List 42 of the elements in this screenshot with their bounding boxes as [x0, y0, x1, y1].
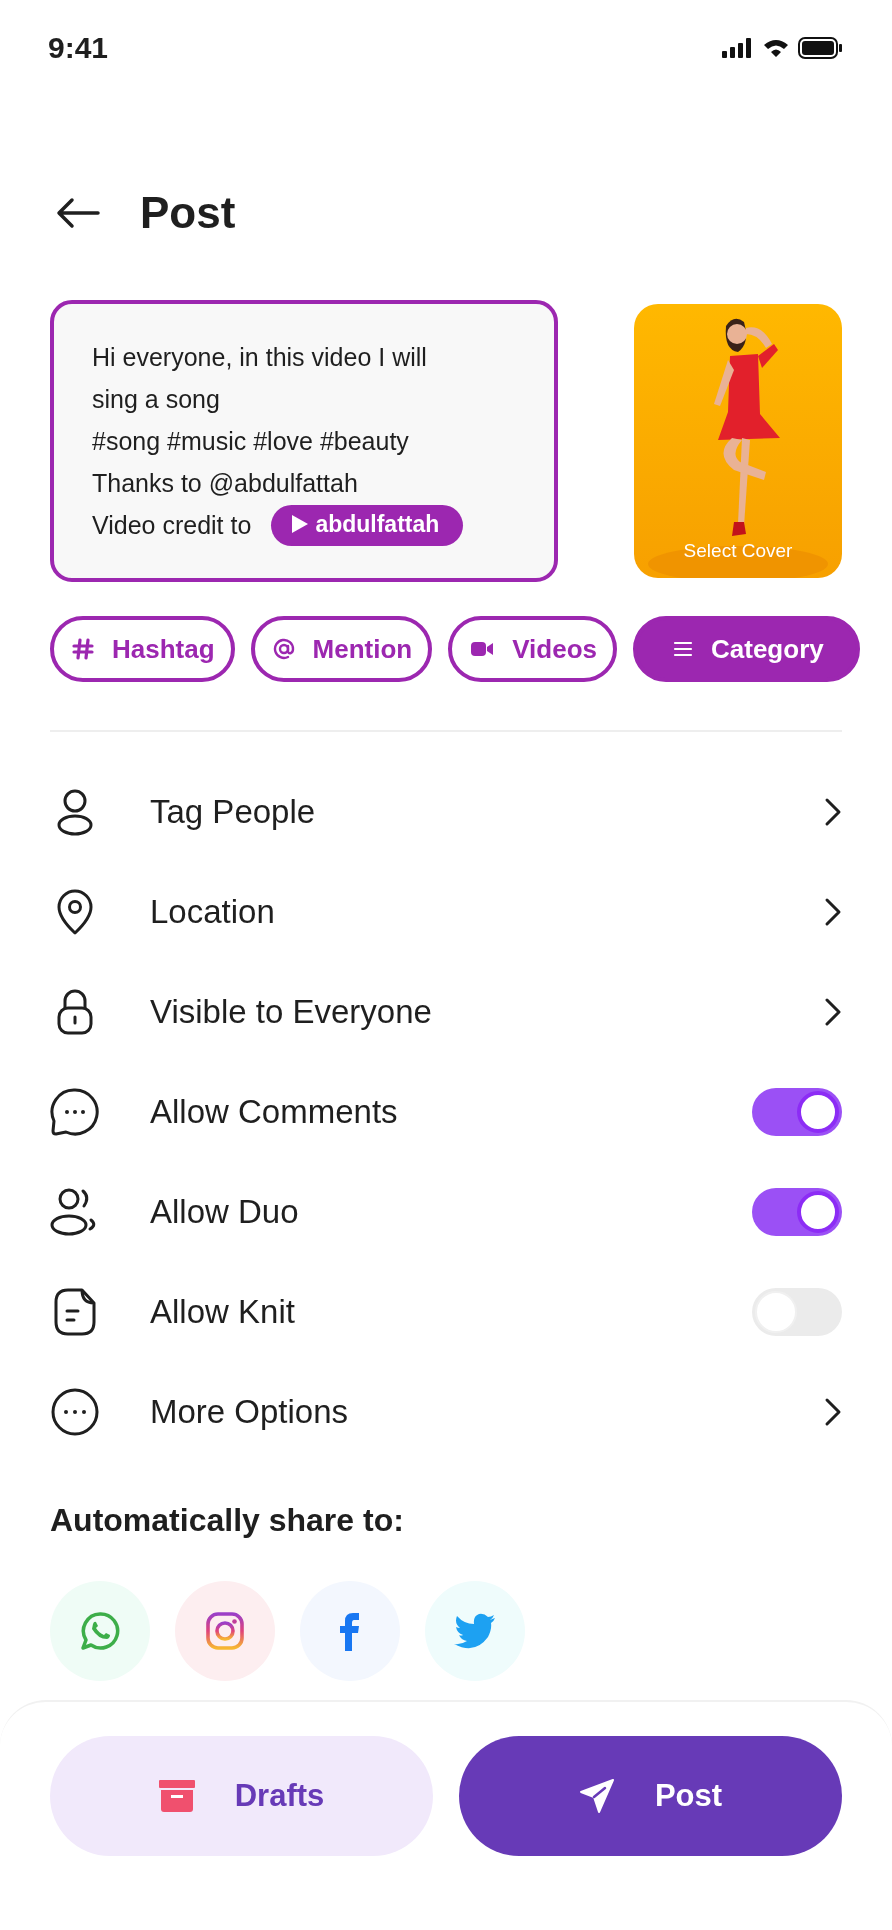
setting-label[interactable]: Location	[150, 893, 824, 931]
send-icon	[578, 1778, 615, 1814]
play-icon	[291, 514, 310, 534]
chevron-right-icon[interactable]	[824, 997, 842, 1027]
credit-tag[interactable]: abdulfattah	[271, 504, 464, 546]
toggle-switch[interactable]	[752, 1188, 842, 1236]
battery-icon	[798, 37, 842, 59]
chevron-right-icon[interactable]	[824, 897, 842, 927]
signal-icon	[722, 38, 754, 58]
drafts-button[interactable]: Drafts	[50, 1736, 433, 1856]
setting-label[interactable]: Allow Duo	[150, 1193, 752, 1231]
menu-icon	[673, 641, 693, 657]
chevron-right-icon[interactable]	[824, 797, 842, 827]
at-icon	[272, 638, 295, 660]
credit-label: Video credit to	[92, 510, 252, 541]
whatsapp-icon	[80, 1611, 120, 1651]
post-button[interactable]: Post	[459, 1736, 842, 1856]
status-time: 9:41	[48, 31, 109, 65]
setting-label[interactable]: Visible to Everyone	[150, 993, 824, 1031]
category-chip[interactable]: Category	[633, 616, 860, 682]
more-icon	[50, 1387, 100, 1437]
setting-label[interactable]: Allow Knit	[150, 1293, 752, 1331]
facebook-icon	[338, 1611, 362, 1651]
setting-label[interactable]: Tag People	[150, 793, 824, 831]
category-chip[interactable]: Mention	[250, 616, 433, 682]
instagram-icon	[205, 1611, 245, 1651]
chat-bubble-icon	[50, 1087, 100, 1137]
chevron-right-icon[interactable]	[824, 1397, 842, 1427]
wifi-icon	[762, 38, 790, 58]
category-chip[interactable]: Hashtag	[50, 616, 235, 682]
page-title: Post	[140, 188, 236, 238]
hash-icon	[72, 638, 94, 660]
share-heading: Automatically share to:	[49, 1502, 405, 1539]
back-arrow-icon[interactable]	[56, 197, 100, 229]
category-chip[interactable]: Videos	[448, 616, 617, 682]
setting-label[interactable]: More Options	[150, 1393, 824, 1431]
archive-box-icon	[158, 1780, 195, 1812]
video-camera-icon	[470, 640, 495, 658]
caption-field[interactable]: Hi everyone, in this video I will sing a song #song #music #love #beauty Thanks to @abdulfattah Video credit to abdulfattah	[50, 300, 558, 582]
twitter-icon	[453, 1613, 497, 1649]
setting-label[interactable]: Allow Comments	[150, 1093, 752, 1131]
toggle-switch[interactable]	[752, 1088, 842, 1136]
